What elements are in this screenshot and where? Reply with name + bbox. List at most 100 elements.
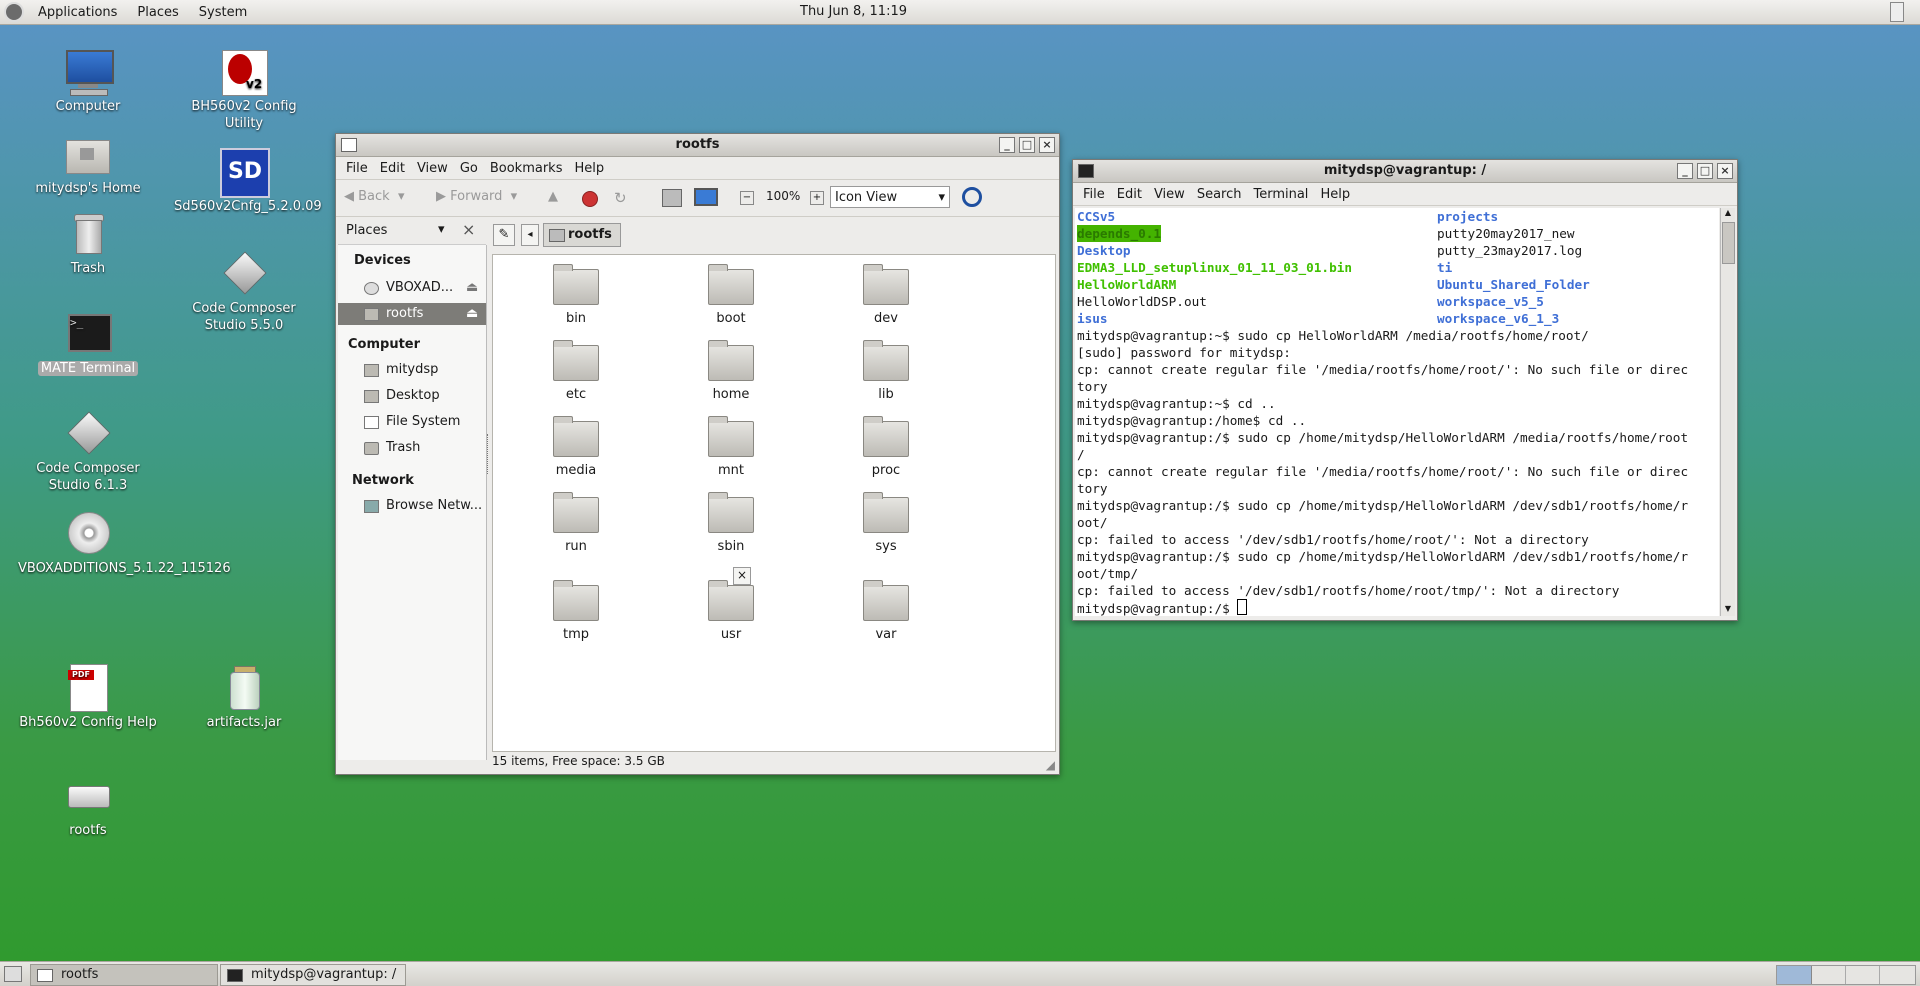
desktop-icon-sd560[interactable]: SD Sd560v2Cnfg_5.2.0.09 — [174, 148, 322, 215]
workspace-3[interactable] — [1845, 966, 1880, 984]
search-icon[interactable] — [962, 187, 982, 207]
desktop-icon-artifacts-jar[interactable]: artifacts.jar — [174, 664, 314, 731]
desktop-icon-computer[interactable]: Computer — [18, 48, 158, 115]
workspace-switcher[interactable] — [1776, 965, 1916, 985]
stop-icon[interactable] — [582, 191, 598, 207]
menu-search[interactable]: Search — [1191, 187, 1248, 202]
folder-dev[interactable]: dev — [841, 264, 931, 326]
maximize-icon[interactable]: □ — [1697, 163, 1713, 179]
sidebar-item-desktop[interactable]: Desktop — [338, 385, 486, 407]
workspace-4[interactable] — [1879, 966, 1913, 984]
system-menu[interactable]: System — [189, 5, 257, 20]
desktop-icon-rootfs[interactable]: rootfs — [18, 772, 158, 839]
folder-etc[interactable]: etc — [531, 340, 621, 402]
folder-sys[interactable]: sys — [841, 492, 931, 554]
scroll-down-icon[interactable]: ▼ — [1722, 604, 1734, 616]
terminal-titlebar[interactable]: mitydsp@vagrantup: / _ □ × — [1073, 160, 1737, 183]
folder-var[interactable]: var — [841, 580, 931, 642]
applications-menu[interactable]: Applications — [28, 5, 127, 20]
close-icon[interactable]: × — [1717, 163, 1733, 179]
folder-view[interactable]: bin boot dev etc home lib media mnt proc… — [492, 254, 1056, 752]
eject-icon[interactable]: ⏏ — [466, 277, 478, 299]
chevron-left-icon[interactable]: ◂ — [521, 224, 539, 246]
desktop-icon-ccs-613[interactable]: Code Composer Studio 6.1.3 — [18, 410, 158, 494]
folder-lib[interactable]: lib — [841, 340, 931, 402]
desktop-icon-vboxadditions[interactable]: VBOXADDITIONS_5.1.22_115126 — [18, 510, 231, 577]
home-icon[interactable] — [662, 189, 682, 207]
forward-button[interactable]: ▶ Forward ▾ — [436, 189, 517, 204]
zoom-out-icon[interactable]: − — [740, 191, 754, 205]
sidebar-item-mitydsp[interactable]: mitydsp — [338, 359, 486, 381]
file-manager-window[interactable]: rootfs _ □ × File Edit View Go Bookmarks… — [335, 133, 1060, 775]
desktop-icon-bh560-help[interactable]: PDF Bh560v2 Config Help — [18, 664, 158, 731]
clock[interactable]: Thu Jun 8, 11:19 — [800, 4, 907, 19]
menu-bookmarks[interactable]: Bookmarks — [484, 161, 569, 176]
sidebar-close-icon[interactable]: × — [462, 220, 475, 239]
menu-view[interactable]: View — [1148, 187, 1191, 202]
close-icon[interactable]: × — [733, 567, 751, 585]
folder-media[interactable]: media — [531, 416, 621, 478]
mate-logo-icon[interactable] — [4, 2, 24, 22]
folder-usr[interactable]: usr — [686, 580, 776, 642]
desktop-icon-home[interactable]: mitydsp's Home — [18, 130, 158, 197]
edit-location-icon[interactable]: ✎ — [493, 224, 515, 246]
workspace-1[interactable] — [1777, 966, 1812, 984]
back-button[interactable]: ◀ Back ▾ — [344, 189, 405, 204]
terminal-output[interactable]: CCSv5 depends_0.1 Desktop EDMA3_LLD_setu… — [1075, 208, 1719, 616]
sidebar-mode-select[interactable]: Places — [346, 223, 387, 238]
sidebar-item-vboxad[interactable]: VBOXAD... ⏏ — [338, 277, 486, 299]
minimize-icon[interactable]: _ — [1677, 163, 1693, 179]
folder-mnt[interactable]: mnt — [686, 416, 776, 478]
maximize-icon[interactable]: □ — [1019, 137, 1035, 153]
terminal-line: mitydsp@vagrantup:/$ sudo cp /home/mityd… — [1077, 549, 1689, 564]
panel-applet-icon[interactable] — [1890, 2, 1904, 22]
desktop-icon-ccs-550[interactable]: Code Composer Studio 5.5.0 — [174, 250, 314, 334]
terminal-prompt-line[interactable]: mitydsp@vagrantup:/$ — [1075, 599, 1719, 616]
folder-sbin[interactable]: sbin — [686, 492, 776, 554]
file-manager-titlebar[interactable]: rootfs _ □ × — [336, 134, 1059, 157]
show-desktop-icon[interactable] — [4, 966, 22, 982]
menu-view[interactable]: View — [411, 161, 454, 176]
computer-icon[interactable] — [694, 188, 718, 206]
folder-run[interactable]: run — [531, 492, 621, 554]
menu-file[interactable]: File — [340, 161, 374, 176]
places-menu[interactable]: Places — [127, 5, 188, 20]
folder-boot[interactable]: boot — [686, 264, 776, 326]
up-icon[interactable]: ▲ — [548, 189, 558, 204]
desktop-icon-mate-terminal[interactable]: >_ MATE Terminal — [18, 310, 158, 377]
reload-icon[interactable]: ↻ — [614, 189, 627, 207]
menu-edit[interactable]: Edit — [374, 161, 411, 176]
folder-bin[interactable]: bin — [531, 264, 621, 326]
folder-home[interactable]: home — [686, 340, 776, 402]
scrollbar-thumb[interactable] — [1722, 222, 1735, 264]
taskbar-item-rootfs[interactable]: rootfs — [30, 964, 218, 986]
minimize-icon[interactable]: _ — [999, 137, 1015, 153]
menu-help[interactable]: Help — [568, 161, 610, 176]
desktop-icon-trash[interactable]: Trash — [18, 210, 158, 277]
folder-proc[interactable]: proc — [841, 416, 931, 478]
desktop-icon-bh560-utility[interactable]: v2 BH560v2 Config Utility — [174, 48, 314, 132]
menu-file[interactable]: File — [1077, 187, 1111, 202]
resize-grip-icon[interactable]: ◢ — [1046, 758, 1055, 772]
menu-terminal[interactable]: Terminal — [1247, 187, 1314, 202]
menu-go[interactable]: Go — [454, 161, 484, 176]
eject-icon[interactable]: ⏏ — [466, 303, 478, 325]
close-icon[interactable]: × — [1039, 137, 1055, 153]
sidebar-item-file-system[interactable]: File System — [338, 411, 486, 433]
menu-edit[interactable]: Edit — [1111, 187, 1148, 202]
zoom-in-icon[interactable]: + — [810, 191, 824, 205]
chevron-down-icon[interactable]: ▾ — [438, 222, 445, 237]
scroll-up-icon[interactable]: ▲ — [1722, 208, 1734, 220]
sidebar-item-rootfs[interactable]: rootfs ⏏ — [338, 303, 486, 325]
sidebar-item-trash[interactable]: Trash — [338, 437, 486, 459]
sidebar-item-browse-network[interactable]: Browse Netw... — [338, 495, 486, 517]
terminal-window[interactable]: mitydsp@vagrantup: / _ □ × File Edit Vie… — [1072, 159, 1738, 621]
terminal-scrollbar[interactable]: ▲ ▼ — [1720, 208, 1735, 616]
workspace-2[interactable] — [1811, 966, 1846, 984]
taskbar-item-terminal[interactable]: mitydsp@vagrantup: / — [220, 964, 406, 986]
trash-icon — [64, 210, 112, 258]
folder-tmp[interactable]: tmp — [531, 580, 621, 642]
menu-help[interactable]: Help — [1314, 187, 1356, 202]
breadcrumb-rootfs[interactable]: rootfs — [543, 223, 621, 247]
view-mode-select[interactable]: Icon View ▾ — [830, 186, 950, 208]
